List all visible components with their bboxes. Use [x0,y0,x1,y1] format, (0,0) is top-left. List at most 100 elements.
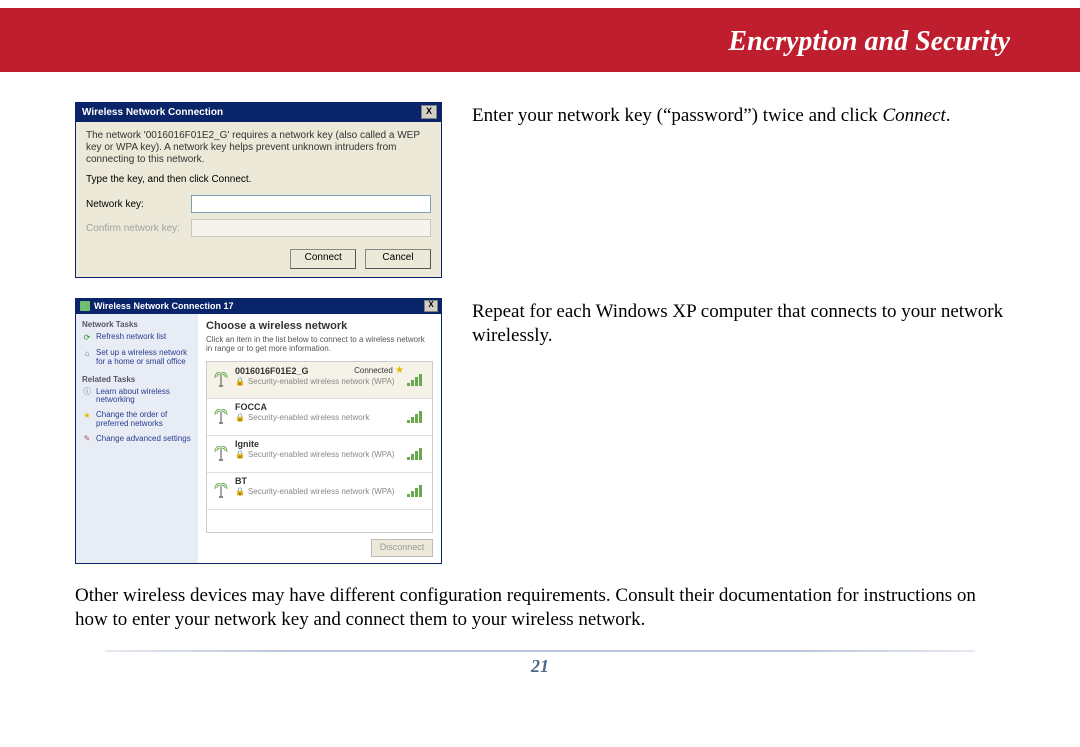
star-icon: ★ [395,365,404,376]
dialog1-title: Wireless Network Connection [82,107,223,118]
network-security: 🔒Security-enabled wireless network (WPA) [235,487,404,496]
network-info: BT🔒Security-enabled wireless network (WP… [231,476,404,506]
dialog2-titlebar: Wireless Network Connection 17 X [76,299,441,314]
dialog2-main: Choose a wireless network Click an item … [198,314,441,563]
confirm-key-row: Confirm network key: [86,219,431,237]
connect-button[interactable]: Connect [290,249,356,269]
network-name: 0016016F01E2_G [235,366,309,376]
network-name-row: FOCCA [235,402,404,412]
instruction-1-text: Enter your network key (“password”) twic… [472,102,1005,128]
dialog2-footer: Disconnect [198,533,441,563]
header-title: Encryption and Security [728,26,1010,57]
network-info: FOCCA🔒Security-enabled wireless network [231,402,404,432]
network-item[interactable]: BT🔒Security-enabled wireless network (WP… [207,473,432,510]
signal-icon [404,365,428,395]
close-icon[interactable]: X [421,105,437,119]
setup-network-link[interactable]: ⌂ Set up a wireless network for a home o… [82,349,192,367]
learn-label: Learn about wireless networking [96,388,192,406]
advanced-label: Change advanced settings [96,435,191,444]
learn-link[interactable]: ⓘ Learn about wireless networking [82,388,192,406]
network-key-row: Network key: [86,195,431,213]
setup-icon: ⌂ [82,349,92,359]
antenna-icon [211,439,231,469]
network-item[interactable]: FOCCA🔒Security-enabled wireless network [207,399,432,436]
instruction-row-2: Wireless Network Connection 17 X Network… [75,298,1005,564]
dialog1-body: The network '0016016F01E2_G' requires a … [76,122,441,277]
network-status: Connected ★ [354,365,404,376]
instruction-1-tail: . [946,105,951,126]
advanced-link[interactable]: ✎ Change advanced settings [82,435,192,445]
info-icon: ⓘ [82,388,92,398]
network-name: FOCCA [235,402,267,412]
network-name-row: BT [235,476,404,486]
network-name: Ignite [235,439,259,449]
instruction-row-1: Wireless Network Connection X The networ… [75,102,1005,278]
close-icon[interactable]: X [424,300,438,312]
instruction-2-text: Repeat for each Windows XP computer that… [472,298,1005,348]
cancel-button[interactable]: Cancel [365,249,431,269]
sidebar-section-1: Network Tasks [82,320,192,329]
signal-icon [404,402,428,432]
signal-icon [404,476,428,506]
network-security-label: Security-enabled wireless network (WPA) [248,377,395,386]
network-info: Ignite🔒Security-enabled wireless network… [231,439,404,469]
refresh-label: Refresh network list [96,333,166,342]
page-header: Encryption and Security [0,0,1080,72]
network-security-label: Security-enabled wireless network (WPA) [248,487,395,496]
antenna-icon [211,402,231,432]
screenshot-dialog-1: Wireless Network Connection X The networ… [75,102,442,278]
choose-network-dialog: Wireless Network Connection 17 X Network… [75,298,442,564]
confirm-key-label: Confirm network key: [86,223,191,234]
network-info: 0016016F01E2_GConnected ★🔒Security-enabl… [231,365,404,395]
network-key-input[interactable] [191,195,431,213]
choose-network-sub: Click an item in the list below to conne… [206,335,433,353]
gear-icon: ✎ [82,435,92,445]
network-name-row: 0016016F01E2_G Connected ★ [235,365,404,376]
refresh-network-link[interactable]: ⟳ Refresh network list [82,333,192,343]
network-list: 0016016F01E2_GConnected ★🔒Security-enabl… [206,361,433,533]
network-key-label: Network key: [86,199,191,210]
lock-icon: 🔒 [235,413,245,422]
antenna-icon [211,365,231,395]
page-number: 21 [0,656,1080,677]
network-security-label: Security-enabled wireless network (WPA) [248,450,395,459]
footer-divider [105,650,975,652]
setup-label: Set up a wireless network for a home or … [96,349,192,367]
signal-icon [404,439,428,469]
dialog2-title: Wireless Network Connection 17 [94,301,233,311]
network-item[interactable]: Ignite🔒Security-enabled wireless network… [207,436,432,473]
order-link[interactable]: ★ Change the order of preferred networks [82,411,192,429]
bottom-paragraph: Other wireless devices may have differen… [75,584,1005,632]
page-content: Wireless Network Connection X The networ… [0,72,1080,632]
choose-network-heading: Choose a wireless network [206,320,433,332]
refresh-icon: ⟳ [82,333,92,343]
network-security: 🔒Security-enabled wireless network (WPA) [235,377,404,386]
screenshot-dialog-2: Wireless Network Connection 17 X Network… [75,298,442,564]
dialog2-body: Network Tasks ⟳ Refresh network list ⌂ S… [76,314,441,563]
wireless-key-dialog: Wireless Network Connection X The networ… [75,102,442,278]
order-label: Change the order of preferred networks [96,411,192,429]
network-security: 🔒Security-enabled wireless network (WPA) [235,450,404,459]
disconnect-button[interactable]: Disconnect [371,539,433,557]
star-icon: ★ [82,411,92,421]
network-name: BT [235,476,247,486]
network-security-label: Security-enabled wireless network [248,413,369,422]
dialog1-message: The network '0016016F01E2_G' requires a … [86,130,431,166]
lock-icon: 🔒 [235,377,245,386]
confirm-key-input[interactable] [191,219,431,237]
antenna-icon [211,476,231,506]
dialog1-buttons: Connect Cancel [86,243,431,269]
instruction-1-line: Enter your network key (“password”) twic… [472,105,878,126]
dialog1-instruction: Type the key, and then click Connect. [86,174,431,185]
network-security: 🔒Security-enabled wireless network [235,413,404,422]
sidebar-section-2: Related Tasks [82,375,192,384]
lock-icon: 🔒 [235,487,245,496]
dialog2-title-wrap: Wireless Network Connection 17 [80,301,233,311]
network-item[interactable]: 0016016F01E2_GConnected ★🔒Security-enabl… [207,362,432,399]
dialog2-header: Choose a wireless network Click an item … [198,314,441,357]
lock-icon: 🔒 [235,450,245,459]
dialog2-sidebar: Network Tasks ⟳ Refresh network list ⌂ S… [76,314,198,563]
dialog1-titlebar: Wireless Network Connection X [76,103,441,122]
instruction-1-emph: Connect [882,105,945,126]
network-name-row: Ignite [235,439,404,449]
